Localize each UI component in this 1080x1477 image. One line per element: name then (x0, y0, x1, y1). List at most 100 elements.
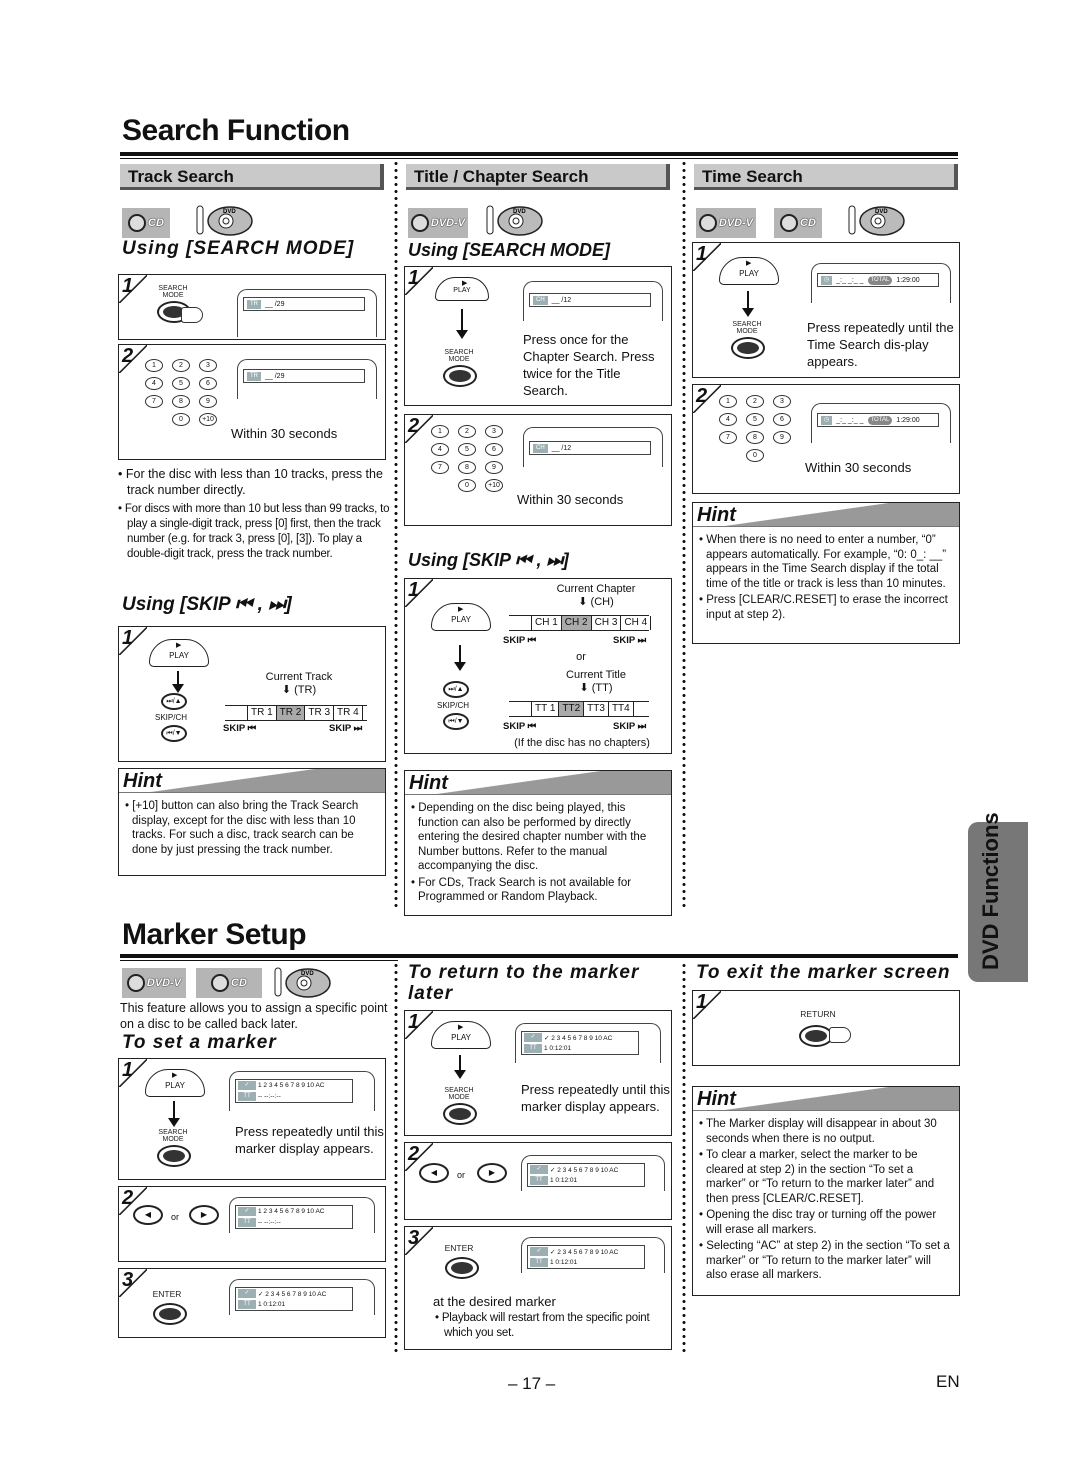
key-5[interactable]: 5 (746, 413, 764, 426)
cd-disc-icon: CD (196, 968, 262, 998)
chapter-cell: CH 3 (592, 616, 622, 630)
key-0[interactable]: 0 (458, 479, 476, 492)
key-9[interactable]: 9 (199, 395, 217, 408)
skip-back-button[interactable]: ⏮/▼ (161, 725, 187, 742)
dvd-v-disc-icon: DVD-V (696, 208, 756, 238)
marker-osd: ✓ 1 2 3 4 5 6 7 8 9 10 AC TT -- --:--:-- (235, 1079, 353, 1103)
skip-back-label: SKIP ⏮ (503, 721, 537, 732)
key-4[interactable]: 4 (145, 377, 163, 390)
key-plus10[interactable]: +10 (199, 413, 217, 426)
key-4[interactable]: 4 (431, 443, 449, 456)
marker-osd: ✓ ✓ 2 3 4 5 6 7 8 9 10 AC TT 1 0:12:01 (527, 1245, 645, 1269)
enter-button[interactable] (153, 1303, 187, 1325)
chapter-step-2: 2 1 2 3 4 5 6 7 8 9 0 +10 CH __ /12 Withi… (404, 414, 672, 526)
title-cell: TT3 (584, 702, 609, 716)
key-2[interactable]: 2 (458, 425, 476, 438)
search-mode-button[interactable] (731, 337, 765, 359)
key-1[interactable]: 1 (719, 395, 737, 408)
return-marker-subhead: To return to the marker later (408, 962, 640, 1004)
page-number: – 17 – (508, 1374, 556, 1393)
dvd-functions-tab[interactable]: DVD Functions (968, 812, 1028, 982)
time-step-1: 1 PLAY SEARCH MODE ◷_:_ _:_ _TOTAL1:29:0… (692, 242, 960, 378)
step-number: 2 (122, 1187, 134, 1209)
play-button[interactable]: PLAY (149, 639, 209, 667)
enter-button[interactable] (445, 1257, 479, 1279)
track-osd: TR __ /29 (243, 369, 365, 383)
key-2[interactable]: 2 (172, 359, 190, 372)
title-rule (120, 954, 958, 958)
dvd-disc-icon: DVD (486, 204, 544, 238)
key-8[interactable]: 8 (746, 431, 764, 444)
play-button[interactable]: PLAY (431, 1021, 491, 1049)
chapter-osd: CH __ /12 (529, 293, 651, 307)
step-number: 2 (408, 1143, 420, 1165)
key-6[interactable]: 6 (485, 443, 503, 456)
key-8[interactable]: 8 (172, 395, 190, 408)
exit-marker-step-1: 1 RETURN (692, 990, 960, 1066)
chapter-skip-step: 1 PLAY ⏭/▲ SKIP/CH ⏮/▼ Current Chapter⬇ … (404, 578, 672, 754)
search-mode-label: SEARCH MODE (158, 285, 188, 299)
play-button[interactable]: PLAY (431, 603, 491, 631)
left-arrow-button[interactable]: ◀ (133, 1205, 163, 1225)
key-2[interactable]: 2 (746, 395, 764, 408)
search-mode-label: SEARCH MODE (158, 1129, 188, 1143)
set-marker-step-3: 3 ENTER ✓ ✓ 2 3 4 5 6 7 8 9 10 AC TT 1 0:1… (118, 1268, 386, 1338)
skip-back-button[interactable]: ⏮/▼ (443, 713, 469, 730)
key-7[interactable]: 7 (145, 395, 163, 408)
hint-title: Hint (697, 504, 736, 526)
key-4[interactable]: 4 (719, 413, 737, 426)
number-keypad: 1 2 3 4 5 6 7 8 9 0 +10 (431, 425, 503, 492)
key-6[interactable]: 6 (199, 377, 217, 390)
left-arrow-button[interactable]: ◀ (419, 1163, 449, 1183)
search-mode-button[interactable] (443, 365, 477, 387)
skip-forward-button[interactable]: ⏭/▲ (161, 693, 187, 710)
play-button[interactable]: PLAY (435, 277, 489, 301)
key-7[interactable]: 7 (719, 431, 737, 444)
key-3[interactable]: 3 (773, 395, 791, 408)
marker-osd: ✓ ✓ 2 3 4 5 6 7 8 9 10 AC TT 1 0:12:01 (527, 1163, 645, 1187)
column-divider (682, 962, 686, 1352)
hint-title: Hint (409, 772, 448, 794)
track-step-1: 1 SEARCH MODE TR __ /29 (118, 274, 386, 340)
chapter-osd: CH __ /12 (529, 441, 651, 455)
clock-icon: ◷ (821, 415, 833, 425)
track-cell: TR 3 (305, 706, 335, 720)
key-3[interactable]: 3 (485, 425, 503, 438)
right-arrow-button[interactable]: ▶ (477, 1163, 507, 1183)
key-0[interactable]: 0 (746, 449, 764, 462)
search-mode-button[interactable] (157, 1145, 191, 1167)
key-9[interactable]: 9 (773, 431, 791, 444)
skip-back-label: SKIP ⏮ (503, 635, 537, 646)
return-button[interactable] (799, 1025, 833, 1047)
key-5[interactable]: 5 (172, 377, 190, 390)
title-chapter-search-header: Title / Chapter Search (406, 164, 670, 190)
play-button[interactable]: PLAY (719, 257, 779, 285)
search-mode-button[interactable] (443, 1103, 477, 1125)
skip-forward-label: SKIP ⏭ (329, 723, 363, 734)
key-6[interactable]: 6 (773, 413, 791, 426)
marker-hint: Hint The Marker display will disappear i… (692, 1086, 960, 1296)
skip-forward-button[interactable]: ⏭/▲ (443, 681, 469, 698)
key-5[interactable]: 5 (458, 443, 476, 456)
enter-label: ENTER (444, 1243, 474, 1253)
svg-text:DVD: DVD (513, 209, 526, 215)
key-7[interactable]: 7 (431, 461, 449, 474)
key-1[interactable]: 1 (145, 359, 163, 372)
track-cell: TR 4 (334, 706, 363, 720)
dvd-disc-icon: DVD (196, 204, 254, 238)
right-arrow-button[interactable]: ▶ (189, 1205, 219, 1225)
no-chapters-footnote: (If the disc has no chapters) (514, 737, 650, 749)
set-marker-step1-caption: Press repeatedly until this marker displ… (235, 1124, 384, 1156)
skip-ch-buttons: ⏭/▲ SKIP/CH ⏮/▼ (155, 693, 195, 742)
play-button[interactable]: PLAY (145, 1069, 205, 1097)
key-plus10[interactable]: +10 (485, 479, 503, 492)
svg-text:DVD: DVD (875, 209, 888, 215)
marker-osd: ✓ ✓ 2 3 4 5 6 7 8 9 10 AC TT 1 0:12:01 (235, 1287, 353, 1311)
key-1[interactable]: 1 (431, 425, 449, 438)
step-number: 2 (696, 385, 708, 407)
key-9[interactable]: 9 (485, 461, 503, 474)
key-8[interactable]: 8 (458, 461, 476, 474)
key-0[interactable]: 0 (172, 413, 190, 426)
key-3[interactable]: 3 (199, 359, 217, 372)
step-number: 1 (696, 243, 708, 265)
